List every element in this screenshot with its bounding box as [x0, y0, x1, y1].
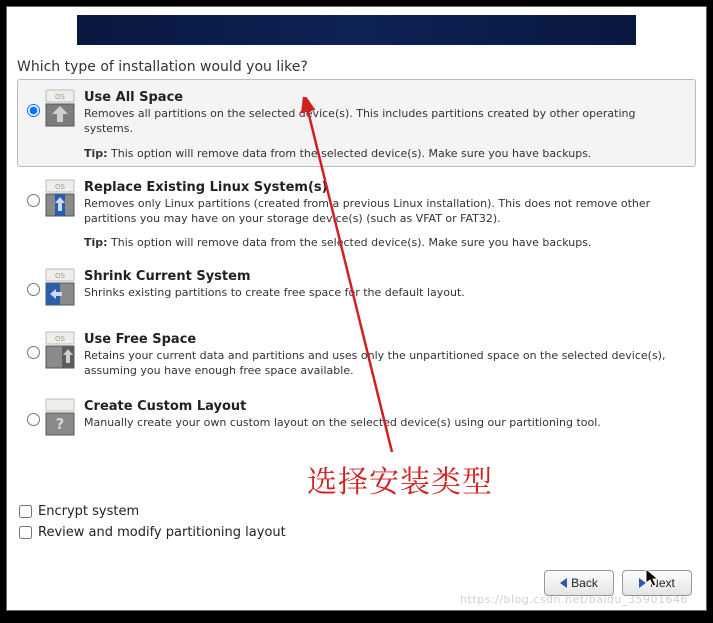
- header-banner: [77, 15, 636, 45]
- option-desc: Manually create your own custom layout o…: [84, 416, 685, 431]
- option-title: Replace Existing Linux System(s): [84, 180, 685, 195]
- option-title: Shrink Current System: [84, 269, 685, 284]
- svg-text:OS: OS: [55, 272, 66, 280]
- review-label: Review and modify partitioning layout: [38, 525, 286, 540]
- radio-replace-linux[interactable]: [27, 194, 40, 207]
- radio-custom-layout[interactable]: [27, 413, 40, 426]
- radio-shrink[interactable]: [27, 283, 40, 296]
- option-title: Use Free Space: [84, 332, 685, 347]
- review-row[interactable]: Review and modify partitioning layout: [19, 525, 286, 540]
- option-replace-linux[interactable]: OS Replace Existing Linux System(s) Remo…: [17, 169, 696, 257]
- option-text: Use All Space Removes all partitions on …: [84, 86, 691, 160]
- option-desc: Shrinks existing partitions to create fr…: [84, 286, 685, 301]
- review-checkbox[interactable]: [19, 526, 32, 539]
- encrypt-row[interactable]: Encrypt system: [19, 504, 286, 519]
- option-shrink[interactable]: OS Shrink Current System Shrinks existin…: [17, 258, 696, 319]
- option-text: Use Free Space Retains your current data…: [84, 328, 691, 379]
- watermark-text: https://blog.csdn.net/baidu_35901646: [460, 593, 688, 606]
- option-title: Use All Space: [84, 90, 685, 105]
- install-options: OS Use All Space Removes all partitions …: [7, 79, 706, 449]
- option-use-all-space[interactable]: OS Use All Space Removes all partitions …: [17, 79, 696, 167]
- option-free-space[interactable]: OS Use Free Space Retains your current d…: [17, 321, 696, 386]
- option-tip: Tip: This option will remove data from t…: [84, 236, 685, 249]
- option-text: Replace Existing Linux System(s) Removes…: [84, 176, 691, 250]
- bottom-options: Encrypt system Review and modify partiti…: [19, 504, 286, 546]
- back-label: Back: [571, 576, 598, 590]
- svg-text:OS: OS: [55, 183, 66, 191]
- next-label: Next: [650, 576, 675, 590]
- option-icon: OS: [44, 328, 84, 375]
- disk-shrink-icon: OS: [44, 267, 76, 309]
- installer-window: Which type of installation would you lik…: [6, 6, 707, 611]
- option-custom-layout[interactable]: ? Create Custom Layout Manually create y…: [17, 388, 696, 449]
- tip-label: Tip:: [84, 147, 108, 160]
- encrypt-label: Encrypt system: [38, 504, 139, 519]
- disk-free-icon: OS: [44, 330, 76, 372]
- tip-label: Tip:: [84, 236, 108, 249]
- option-tip: Tip: This option will remove data from t…: [84, 147, 685, 160]
- svg-text:OS: OS: [55, 335, 66, 343]
- disk-use-all-icon: OS: [44, 88, 76, 130]
- option-icon: OS: [44, 86, 84, 133]
- option-desc: Removes only Linux partitions (created f…: [84, 197, 685, 227]
- disk-custom-icon: ?: [44, 397, 76, 439]
- option-desc: Retains your current data and partitions…: [84, 349, 685, 379]
- radio-cell: [22, 176, 44, 207]
- option-icon: OS: [44, 176, 84, 223]
- option-icon: OS: [44, 265, 84, 312]
- annotation-text: 选择安装类型: [307, 457, 493, 501]
- radio-cell: [22, 86, 44, 117]
- svg-text:?: ?: [56, 415, 65, 433]
- radio-use-all-space[interactable]: [27, 104, 40, 117]
- option-icon: ?: [44, 395, 84, 442]
- option-text: Shrink Current System Shrinks existing p…: [84, 265, 691, 301]
- tip-text: This option will remove data from the se…: [111, 236, 591, 249]
- arrow-left-icon: [560, 578, 567, 588]
- option-desc: Removes all partitions on the selected d…: [84, 107, 685, 137]
- radio-cell: [22, 328, 44, 359]
- tip-text: This option will remove data from the se…: [111, 147, 591, 160]
- option-text: Create Custom Layout Manually create you…: [84, 395, 691, 431]
- svg-text:OS: OS: [55, 93, 66, 101]
- install-type-prompt: Which type of installation would you lik…: [7, 51, 706, 79]
- radio-free-space[interactable]: [27, 346, 40, 359]
- encrypt-checkbox[interactable]: [19, 505, 32, 518]
- disk-replace-icon: OS: [44, 178, 76, 220]
- arrow-right-icon: [639, 578, 646, 588]
- radio-cell: [22, 265, 44, 296]
- radio-cell: [22, 395, 44, 426]
- option-title: Create Custom Layout: [84, 399, 685, 414]
